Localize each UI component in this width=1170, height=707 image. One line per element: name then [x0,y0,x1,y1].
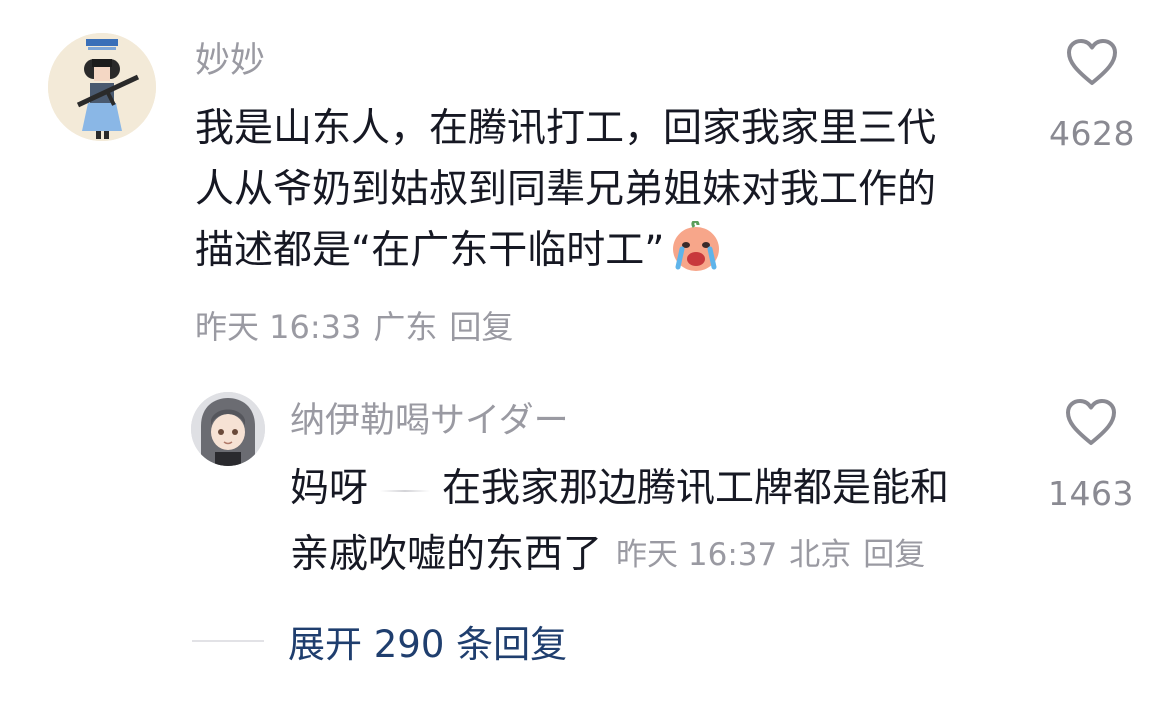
reply-comment-like-button[interactable]: 1463 [1036,398,1146,513]
reply-comment-like-count: 1463 [1048,474,1134,513]
main-comment-time: 昨天 16:33 [195,308,362,346]
expand-replies-button[interactable]: 展开 290 条回复 [192,614,567,668]
main-comment-reply-button[interactable]: 回复 [449,308,513,346]
cartoon-girl-avatar [48,33,156,141]
reply-comment-username[interactable]: 纳伊勒喝サイダー [290,404,569,439]
reply-comment-text-c: 亲戚吹嘘的东西了 [290,532,603,577]
reply-comment-line-1: 妈呀 在我家那边腾讯工牌都是能和 [290,458,949,519]
main-comment-meta: 昨天 16:33 广东 回复 [195,311,513,343]
reply-comment-text-a: 妈呀 [290,466,369,511]
reply-comment-time: 昨天 16:37 [616,537,778,573]
main-comment-like-button[interactable]: 4628 [1037,38,1147,153]
main-comment-avatar[interactable] [48,33,156,141]
anime-girl-avatar [191,392,265,466]
main-comment-line-1: 我是山东人，在腾讯打工，回家我家里三代 [195,106,937,151]
reply-comment-text-b: 在我家那边腾讯工牌都是能和 [442,466,950,511]
expand-replies-label[interactable]: 展开 290 条回复 [288,623,567,666]
main-comment-line-3-text: 描述都是“在广东干临时工” [195,228,665,273]
main-comment-line-3: 描述都是“在广东干临时工” [195,220,724,281]
heart-outline-icon [1067,39,1117,85]
main-comment-username[interactable]: 妙妙 [195,44,265,79]
reply-comment-gap [380,489,431,492]
main-comment-like-count: 4628 [1049,114,1135,153]
reply-comment-meta: 昨天 16:37 北京 回复 [616,537,925,573]
reply-comment-location: 北京 [789,537,852,573]
expand-divider [192,640,264,642]
reply-comment-line-2: 亲戚吹嘘的东西了 昨天 16:37 北京 回复 [290,524,925,586]
crying-face-emoji [673,221,720,271]
main-comment-line-2: 人从爷奶到姑叔到同辈兄弟姐妹对我工作的 [195,167,937,212]
reply-comment-reply-button[interactable]: 回复 [863,537,925,573]
main-comment-location: 广东 [373,308,438,346]
heart-outline-icon [1066,399,1116,445]
reply-comment-avatar[interactable] [191,392,265,466]
